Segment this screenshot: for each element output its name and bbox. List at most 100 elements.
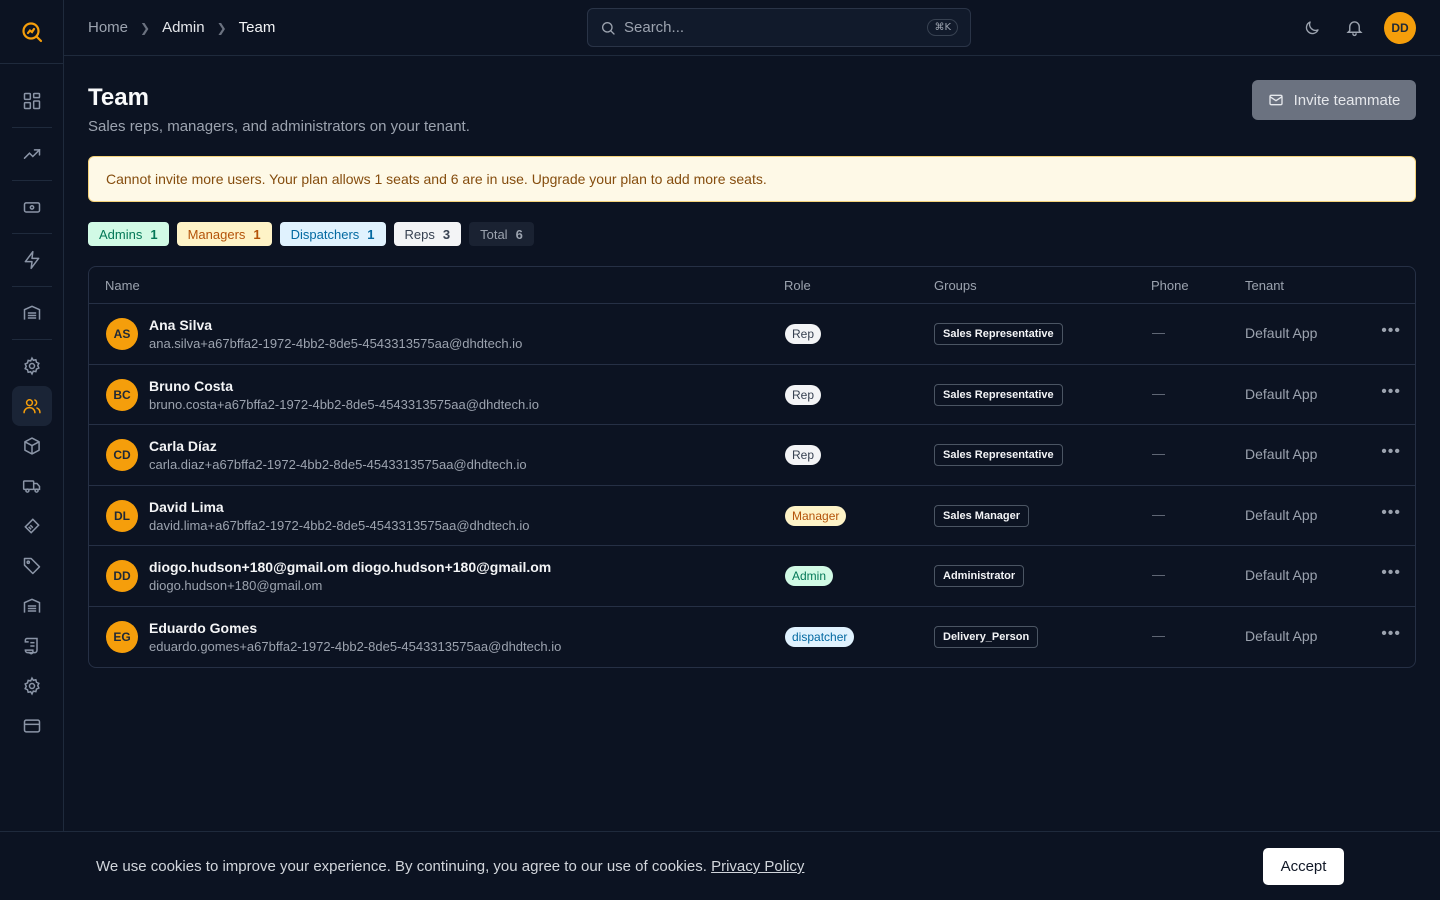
- role-badge: Admin: [785, 566, 834, 586]
- page-subtitle: Sales reps, managers, and administrators…: [88, 118, 470, 135]
- credit-card-icon: [23, 719, 40, 733]
- gear-icon: [23, 676, 40, 696]
- privacy-policy-link[interactable]: Privacy Policy: [711, 858, 804, 875]
- team-table: Name Role Groups Phone Tenant AS Ana Sil…: [88, 266, 1416, 668]
- dashboard-icon: [23, 92, 40, 110]
- ticket-icon: [23, 518, 40, 534]
- chip-dispatchers[interactable]: Dispatchers 1: [279, 222, 386, 246]
- cookie-message: We use cookies to improve your experienc…: [96, 858, 804, 875]
- more-options-icon[interactable]: •••: [1381, 383, 1401, 401]
- member-phone: —: [1152, 506, 1165, 522]
- chip-label: Dispatchers: [290, 226, 360, 242]
- theme-toggle-button[interactable]: [1300, 16, 1324, 40]
- search-input[interactable]: [624, 19, 920, 36]
- notifications-button[interactable]: [1342, 16, 1366, 40]
- nav-inventory[interactable]: [12, 586, 52, 626]
- group-badge: Sales Representative: [934, 444, 1063, 466]
- nav-payments[interactable]: [12, 187, 52, 227]
- nav-team[interactable]: [11, 386, 52, 426]
- more-options-icon[interactable]: •••: [1381, 564, 1401, 582]
- table-row[interactable]: CD Carla Díaz carla.diaz+a67bffa2-1972-4…: [89, 425, 1415, 486]
- app-logo[interactable]: [0, 0, 63, 64]
- column-header-groups: Groups: [934, 278, 977, 293]
- accept-cookies-button[interactable]: Accept: [1263, 848, 1344, 885]
- trending-up-icon: [23, 149, 40, 159]
- sidebar-divider: [11, 286, 52, 287]
- box-icon: [23, 437, 40, 455]
- search-box[interactable]: ⌘K: [587, 8, 971, 47]
- nav-documents[interactable]: [12, 626, 52, 666]
- member-name: Ana Silva: [149, 317, 213, 333]
- member-name: diogo.hudson+180@gmail.om diogo.hudson+1…: [149, 559, 552, 575]
- member-tenant: Default App: [1245, 567, 1318, 583]
- member-name: David Lima: [149, 498, 224, 515]
- sidebar-divider: [11, 127, 52, 128]
- member-email: eduardo.gomes+a67bffa2-1972-4bb2-8de5-45…: [149, 638, 562, 654]
- chip-count: 6: [515, 226, 523, 242]
- nav-analytics[interactable]: [12, 134, 52, 174]
- nav-dashboard[interactable]: [12, 81, 52, 121]
- seat-limit-alert: Cannot invite more users. Your plan allo…: [88, 156, 1416, 202]
- more-options-icon[interactable]: •••: [1381, 443, 1401, 461]
- avatar: DL: [106, 499, 138, 532]
- chip-count: 1: [150, 226, 158, 242]
- more-options-icon[interactable]: •••: [1381, 322, 1401, 340]
- member-email: carla.diaz+a67bffa2-1972-4bb2-8de5-45433…: [149, 457, 527, 472]
- invite-teammate-label: Invite teammate: [1293, 91, 1401, 109]
- member-email: ana.silva+a67bffa2-1972-4bb2-8de5-454331…: [149, 336, 523, 351]
- column-header-tenant: Tenant: [1245, 278, 1285, 293]
- table-row[interactable]: EG Eduardo Gomes eduardo.gomes+a67bffa2-…: [89, 607, 1415, 668]
- breadcrumb-admin[interactable]: Admin: [162, 19, 205, 36]
- nav-discounts[interactable]: [12, 506, 52, 546]
- table-row[interactable]: BC Bruno Costa bruno.costa+a67bffa2-1972…: [89, 365, 1415, 425]
- nav-automations[interactable]: [12, 240, 52, 280]
- nav-products[interactable]: [12, 426, 52, 466]
- breadcrumb-team: Team: [238, 19, 276, 36]
- page-title: Team: [88, 84, 149, 111]
- user-avatar[interactable]: DD: [1384, 11, 1416, 44]
- chip-total: Total 6: [469, 222, 534, 246]
- chip-managers[interactable]: Managers 1: [176, 222, 272, 246]
- member-phone: —: [1152, 325, 1165, 340]
- group-badge: Sales Representative: [934, 383, 1063, 406]
- member-tenant: Default App: [1245, 325, 1318, 341]
- sidebar-divider: [11, 233, 52, 234]
- scroll-icon: [24, 637, 38, 655]
- more-options-icon[interactable]: •••: [1381, 504, 1401, 522]
- chip-reps[interactable]: Reps 3: [393, 222, 462, 246]
- nav-system-settings[interactable]: [12, 666, 52, 706]
- gear-icon: [23, 356, 40, 376]
- column-header-role: Role: [784, 278, 811, 293]
- member-tenant: Default App: [1245, 385, 1318, 402]
- more-options-icon[interactable]: •••: [1381, 625, 1401, 643]
- table-row[interactable]: DL David Lima david.lima+a67bffa2-1972-4…: [89, 486, 1415, 546]
- search-logo-icon: [21, 21, 42, 42]
- users-icon: [22, 399, 41, 414]
- breadcrumb: Home ❯ Admin ❯ Team: [88, 19, 275, 36]
- chevron-right-icon: ❯: [140, 20, 151, 35]
- banknote-icon: [23, 202, 40, 213]
- nav-billing[interactable]: [12, 706, 52, 746]
- role-badge: Manager: [785, 505, 847, 526]
- nav-warehouse[interactable]: [12, 293, 52, 333]
- chip-admins[interactable]: Admins 1: [88, 222, 169, 246]
- nav-settings[interactable]: [12, 346, 52, 386]
- table-row[interactable]: DD diogo.hudson+180@gmail.om diogo.hudso…: [89, 546, 1415, 607]
- mail-icon: [1268, 94, 1283, 106]
- role-filter-chips: Admins 1 Managers 1 Dispatchers 1 Reps 3…: [88, 222, 534, 246]
- moon-icon: [1305, 20, 1319, 34]
- chip-count: 1: [253, 226, 261, 242]
- invite-teammate-button[interactable]: Invite teammate: [1252, 80, 1416, 120]
- table-header: Name Role Groups Phone Tenant: [89, 267, 1415, 304]
- avatar: CD: [106, 439, 138, 471]
- column-header-name: Name: [105, 278, 140, 293]
- table-row[interactable]: AS Ana Silva ana.silva+a67bffa2-1972-4bb…: [89, 304, 1415, 365]
- warehouse-icon: [23, 305, 40, 320]
- nav-delivery[interactable]: [12, 466, 52, 506]
- truck-icon: [22, 480, 40, 493]
- alert-text: Cannot invite more users. Your plan allo…: [106, 171, 767, 187]
- chip-count: 1: [367, 226, 375, 242]
- nav-tags[interactable]: [12, 546, 52, 586]
- chip-label: Admins: [99, 226, 143, 242]
- breadcrumb-home[interactable]: Home: [88, 19, 128, 36]
